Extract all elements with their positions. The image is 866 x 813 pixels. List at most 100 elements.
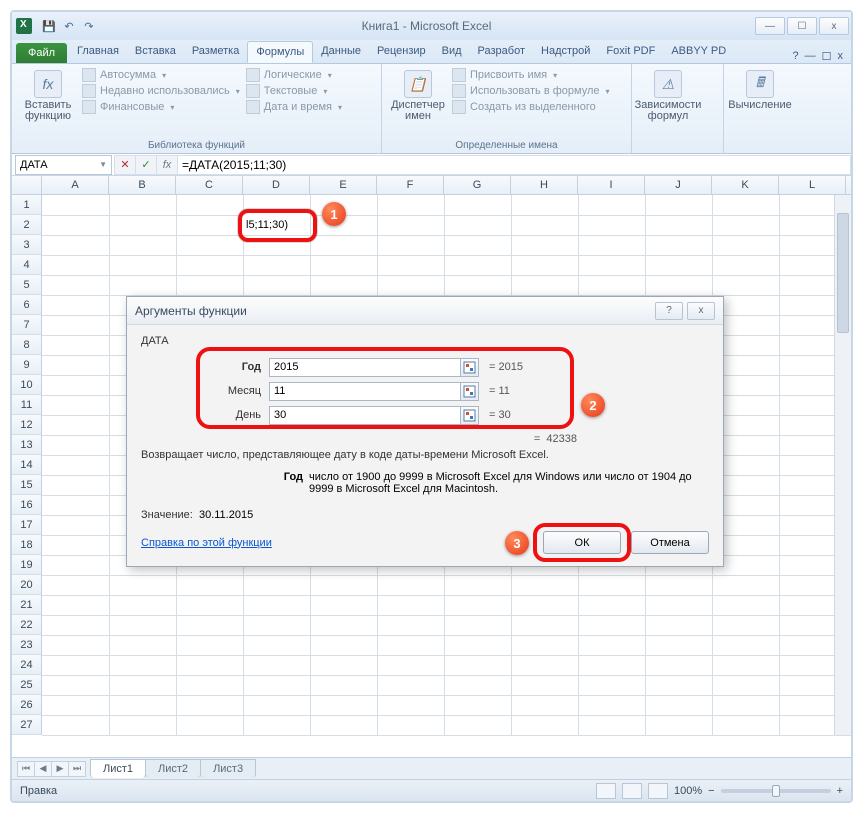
zoom-level[interactable]: 100% xyxy=(674,785,702,797)
row-header-17[interactable]: 17 xyxy=(12,515,42,535)
ribbon-tab-разработ[interactable]: Разработ xyxy=(470,41,533,63)
minimize-button[interactable]: — xyxy=(755,17,785,35)
col-header-H[interactable]: H xyxy=(511,176,578,194)
close-button[interactable]: x xyxy=(819,17,849,35)
ribbon-tab-данные[interactable]: Данные xyxy=(313,41,369,63)
sheet-tab-лист3[interactable]: Лист3 xyxy=(200,759,256,778)
formula-input[interactable]: =ДАТА(2015;11;30) xyxy=(177,155,851,175)
row-header-25[interactable]: 25 xyxy=(12,675,42,695)
cancel-button[interactable]: Отмена xyxy=(631,531,709,554)
arg-input-день[interactable] xyxy=(269,406,461,425)
col-header-J[interactable]: J xyxy=(645,176,712,194)
row-header-26[interactable]: 26 xyxy=(12,695,42,715)
dialog-titlebar[interactable]: Аргументы функции ? x xyxy=(127,297,723,325)
doc-close-button[interactable]: x xyxy=(838,50,844,63)
save-button[interactable]: 💾 xyxy=(40,17,58,35)
row-header-7[interactable]: 7 xyxy=(12,315,42,335)
row-header-10[interactable]: 10 xyxy=(12,375,42,395)
scrollbar-thumb[interactable] xyxy=(837,213,849,333)
name-manager-button[interactable]: 📋 Диспетчер имен xyxy=(390,68,446,138)
dialog-help-button[interactable]: ? xyxy=(655,302,683,320)
doc-restore-button[interactable]: ☐ xyxy=(822,50,832,63)
row-header-21[interactable]: 21 xyxy=(12,595,42,615)
ribbon-tab-abbyy pd[interactable]: ABBYY PD xyxy=(663,41,734,63)
doc-minimize-button[interactable]: — xyxy=(805,50,816,63)
row-header-11[interactable]: 11 xyxy=(12,395,42,415)
row-header-23[interactable]: 23 xyxy=(12,635,42,655)
undo-button[interactable]: ↶ xyxy=(60,17,78,35)
datetime-button[interactable]: Дата и время▾ xyxy=(246,100,342,114)
range-picker-icon[interactable] xyxy=(460,382,479,401)
row-header-4[interactable]: 4 xyxy=(12,255,42,275)
maximize-button[interactable]: ☐ xyxy=(787,17,817,35)
range-picker-icon[interactable] xyxy=(460,358,479,377)
col-header-I[interactable]: I xyxy=(578,176,645,194)
zoom-slider[interactable] xyxy=(721,789,831,793)
recent-functions-button[interactable]: Недавно использовались▾ xyxy=(82,84,240,98)
arg-input-год[interactable] xyxy=(269,358,461,377)
sheet-nav-button-3[interactable]: ⏭ xyxy=(68,761,86,777)
col-header-B[interactable]: B xyxy=(109,176,176,194)
formula-dependencies-button[interactable]: ⚠ Зависимости формул xyxy=(640,68,696,149)
sheet-nav-button-0[interactable]: ⏮ xyxy=(17,761,35,777)
row-header-20[interactable]: 20 xyxy=(12,575,42,595)
row-header-18[interactable]: 18 xyxy=(12,535,42,555)
row-header-16[interactable]: 16 xyxy=(12,495,42,515)
row-header-14[interactable]: 14 xyxy=(12,455,42,475)
row-header-5[interactable]: 5 xyxy=(12,275,42,295)
autosum-button[interactable]: Автосумма▾ xyxy=(82,68,240,82)
active-cell-d2[interactable]: l5;11;30) xyxy=(243,215,310,235)
row-header-8[interactable]: 8 xyxy=(12,335,42,355)
file-tab[interactable]: Файл xyxy=(16,43,67,63)
col-header-K[interactable]: K xyxy=(712,176,779,194)
use-in-formula-button[interactable]: Использовать в формуле▾ xyxy=(452,84,610,98)
ribbon-tab-foxit pdf[interactable]: Foxit PDF xyxy=(598,41,663,63)
sheet-nav-button-1[interactable]: ◀ xyxy=(34,761,52,777)
row-header-13[interactable]: 13 xyxy=(12,435,42,455)
page-break-view-button[interactable] xyxy=(648,783,668,799)
enter-formula-button[interactable]: ✓ xyxy=(135,155,157,175)
arg-input-месяц[interactable] xyxy=(269,382,461,401)
name-box[interactable]: ДАТА ▼ xyxy=(15,155,112,175)
worksheet-grid[interactable]: ABCDEFGHIJKL 123456789101112131415161718… xyxy=(12,176,851,736)
zoom-thumb[interactable] xyxy=(772,785,780,797)
logical-button[interactable]: Логические▾ xyxy=(246,68,342,82)
page-layout-view-button[interactable] xyxy=(622,783,642,799)
ribbon-tab-надстрой[interactable]: Надстрой xyxy=(533,41,598,63)
col-header-D[interactable]: D xyxy=(243,176,310,194)
col-header-C[interactable]: C xyxy=(176,176,243,194)
ribbon-tab-главная[interactable]: Главная xyxy=(69,41,127,63)
ribbon-tab-разметка[interactable]: Разметка xyxy=(184,41,248,63)
row-header-24[interactable]: 24 xyxy=(12,655,42,675)
dialog-close-button[interactable]: x xyxy=(687,302,715,320)
sheet-nav-button-2[interactable]: ▶ xyxy=(51,761,69,777)
vertical-scrollbar[interactable] xyxy=(834,195,851,735)
ribbon-tab-формулы[interactable]: Формулы xyxy=(247,41,313,63)
row-header-27[interactable]: 27 xyxy=(12,715,42,735)
row-header-22[interactable]: 22 xyxy=(12,615,42,635)
normal-view-button[interactable] xyxy=(596,783,616,799)
row-header-6[interactable]: 6 xyxy=(12,295,42,315)
row-header-2[interactable]: 2 xyxy=(12,215,42,235)
financial-button[interactable]: Финансовые▾ xyxy=(82,100,240,114)
text-functions-button[interactable]: Текстовые▾ xyxy=(246,84,342,98)
zoom-out-button[interactable]: − xyxy=(708,785,714,797)
row-header-1[interactable]: 1 xyxy=(12,195,42,215)
range-picker-icon[interactable] xyxy=(460,406,479,425)
calculation-button[interactable]: 🖩 Вычисление xyxy=(732,68,788,149)
ribbon-tab-рецензир[interactable]: Рецензир xyxy=(369,41,434,63)
ribbon-tab-вид[interactable]: Вид xyxy=(434,41,470,63)
sheet-tab-лист1[interactable]: Лист1 xyxy=(90,759,146,778)
sheet-tab-лист2[interactable]: Лист2 xyxy=(145,759,201,778)
select-all-corner[interactable] xyxy=(12,176,42,194)
assign-name-button[interactable]: Присвоить имя▾ xyxy=(452,68,610,82)
row-header-3[interactable]: 3 xyxy=(12,235,42,255)
ribbon-tab-вставка[interactable]: Вставка xyxy=(127,41,184,63)
redo-button[interactable]: ↷ xyxy=(80,17,98,35)
col-header-A[interactable]: A xyxy=(42,176,109,194)
col-header-G[interactable]: G xyxy=(444,176,511,194)
row-header-15[interactable]: 15 xyxy=(12,475,42,495)
cancel-formula-button[interactable]: ✕ xyxy=(114,155,136,175)
ok-button[interactable]: ОК xyxy=(543,531,621,554)
cells-area[interactable]: l5;11;30) 1 Аргументы функции ? x ДАТА Г… xyxy=(42,195,851,735)
